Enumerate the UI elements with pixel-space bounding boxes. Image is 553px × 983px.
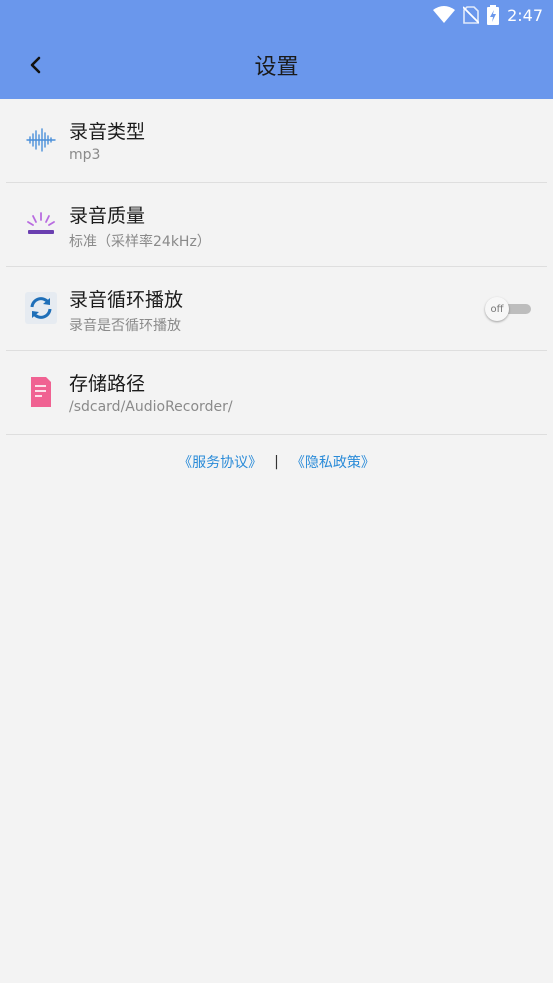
setting-record-type[interactable]: 录音类型 mp3 (6, 99, 547, 183)
setting-record-quality[interactable]: 录音质量 标准（采样率24kHz） (6, 183, 547, 267)
file-icon (24, 375, 58, 409)
status-time: 2:47 (507, 5, 543, 25)
wifi-icon (433, 6, 456, 24)
status-bar: 2:47 (0, 0, 553, 30)
setting-storage-path[interactable]: 存储路径 /sdcard/AudioRecorder/ (6, 351, 547, 435)
setting-title: 录音质量 (69, 205, 146, 227)
waveform-icon (24, 123, 58, 157)
setting-value: 录音是否循环播放 (69, 318, 181, 334)
toggle-knob: off (485, 297, 509, 321)
setting-title: 录音循环播放 (69, 289, 184, 311)
setting-title: 存储路径 (69, 373, 146, 395)
loop-toggle[interactable]: off (485, 297, 531, 321)
policy-links: 《服务协议》 | 《隐私政策》 (0, 452, 553, 472)
link-separator: | (274, 454, 279, 470)
back-button[interactable] (18, 47, 54, 83)
app-header: 2:47 设置 (0, 0, 553, 99)
toolbar: 设置 (0, 30, 553, 99)
setting-value: mp3 (69, 147, 101, 163)
loop-icon (24, 291, 58, 325)
settings-screen: 2:47 设置 录音类型 mp3 录音质量 标准（采样率24kHz） 录音循环播… (0, 0, 553, 983)
quality-glow-icon (24, 207, 58, 241)
setting-value: 标准（采样率24kHz） (69, 234, 211, 250)
battery-charging-icon (487, 5, 500, 25)
privacy-policy-link[interactable]: 《隐私政策》 (291, 452, 375, 472)
setting-title: 录音类型 (69, 121, 146, 143)
page-title: 设置 (254, 54, 299, 80)
setting-value: /sdcard/AudioRecorder/ (69, 399, 233, 415)
chevron-left-icon (30, 56, 41, 74)
settings-list: 录音类型 mp3 录音质量 标准（采样率24kHz） 录音循环播放 录音是否循环… (0, 99, 553, 435)
setting-loop-playback[interactable]: 录音循环播放 录音是否循环播放 off (6, 267, 547, 351)
no-sim-icon (463, 6, 480, 24)
terms-of-service-link[interactable]: 《服务协议》 (178, 452, 262, 472)
